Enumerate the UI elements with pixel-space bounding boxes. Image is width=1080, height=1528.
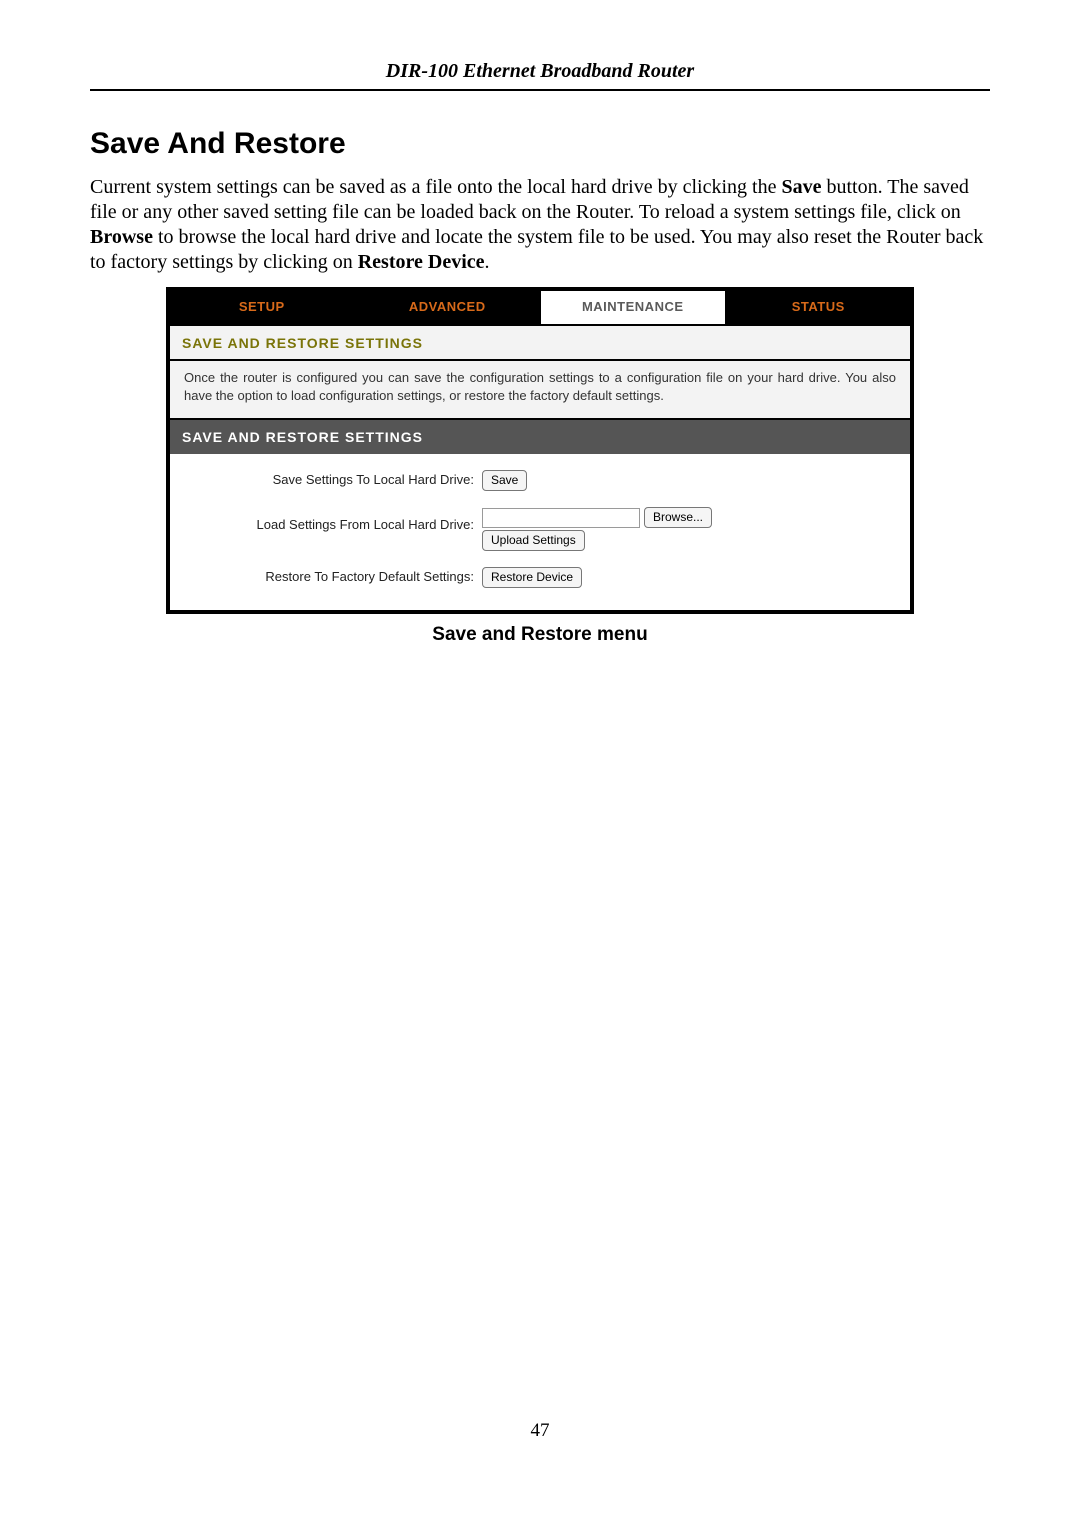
restore-device-button[interactable]: Restore Device [482,567,582,588]
label-save-settings: Save Settings To Local Hard Drive: [184,470,482,487]
tab-maintenance[interactable]: MAINTENANCE [541,291,727,324]
section-title: Save And Restore [90,127,990,161]
intro-bold-save: Save [781,176,821,198]
figure-caption: Save and Restore menu [90,624,990,646]
intro-paragraph: Current system settings can be saved as … [90,175,990,275]
row-load-settings: Load Settings From Local Hard Drive: Bro… [184,507,896,551]
browse-button[interactable]: Browse... [644,507,712,528]
panel-description: Once the router is configured you can sa… [170,361,910,418]
intro-bold-restore: Restore Device [358,251,485,273]
label-restore-defaults: Restore To Factory Default Settings: [184,567,482,584]
intro-text: Current system settings can be saved as … [90,176,781,198]
panel-title-light: SAVE AND RESTORE SETTINGS [170,326,910,361]
label-load-settings: Load Settings From Local Hard Drive: [184,507,482,532]
doc-header: DIR-100 Ethernet Broadband Router [90,60,990,83]
router-ui-panel: SETUP ADVANCED MAINTENANCE STATUS SAVE A… [166,287,914,614]
row-save-settings: Save Settings To Local Hard Drive: Save [184,470,896,491]
page-number: 47 [0,1420,1080,1442]
tab-setup[interactable]: SETUP [170,291,356,324]
upload-settings-button[interactable]: Upload Settings [482,530,585,551]
tab-status[interactable]: STATUS [727,291,911,324]
settings-body: Save Settings To Local Hard Drive: Save … [170,454,910,610]
panel-title-dark: SAVE AND RESTORE SETTINGS [170,420,910,454]
tab-advanced[interactable]: ADVANCED [356,291,542,324]
row-restore-defaults: Restore To Factory Default Settings: Res… [184,567,896,588]
save-button[interactable]: Save [482,470,527,491]
intro-text: . [485,251,490,273]
file-path-input[interactable] [482,508,640,528]
tab-bar: SETUP ADVANCED MAINTENANCE STATUS [170,291,910,324]
intro-bold-browse: Browse [90,226,153,248]
intro-text: to browse the local hard drive and locat… [90,226,983,273]
header-divider [90,89,990,91]
